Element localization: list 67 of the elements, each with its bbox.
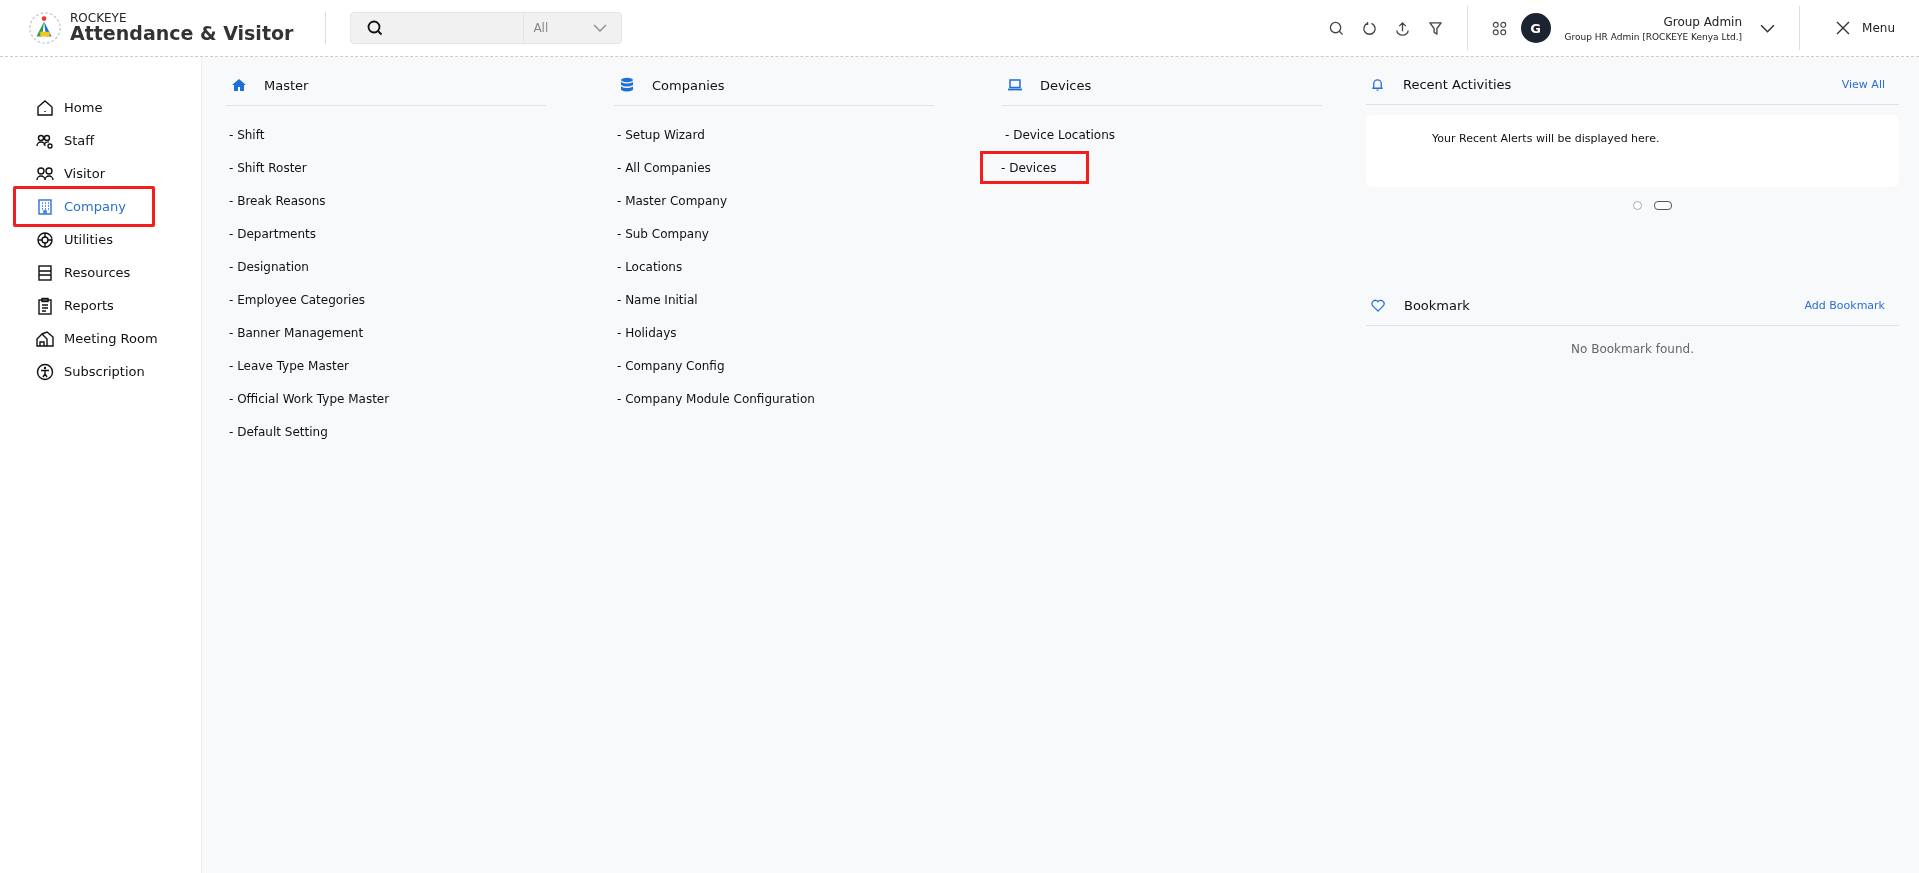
app-title: Attendance & Visitor [70, 24, 294, 45]
filter-icon[interactable] [1427, 20, 1443, 36]
users-icon [36, 164, 54, 183]
menu-link[interactable]: - Leave Type Master [220, 349, 358, 382]
house-icon [231, 77, 247, 93]
home-icon [36, 98, 54, 117]
menu-link[interactable]: - Devices [980, 151, 1090, 184]
sidebar-item[interactable]: Home [13, 91, 128, 124]
sidebar-item[interactable]: Resources [13, 256, 156, 289]
building-icon [36, 197, 54, 216]
menu-link[interactable]: - Shift [220, 118, 274, 151]
menu-link[interactable]: - Device Locations [996, 118, 1124, 151]
menu-link[interactable]: - Master Company [608, 184, 737, 217]
section-title: Master [264, 77, 309, 93]
chevron-down-icon [593, 24, 608, 32]
section-title: Devices [1040, 77, 1092, 93]
brand-tagline: ROCKEYE [70, 11, 128, 25]
logo-icon [28, 11, 62, 45]
menu-link[interactable]: - Employee Categories [220, 283, 375, 316]
sidebar-item[interactable]: Subscription [13, 355, 170, 388]
menu-link[interactable]: - Name Initial [608, 283, 707, 316]
carousel-dot[interactable] [1633, 201, 1642, 210]
user-role: Group HR Admin [ROCKEYE Kenya Ltd.] [1564, 31, 1743, 42]
menu-link[interactable]: - Company Module Configuration [608, 382, 824, 415]
section-title: Companies [652, 77, 725, 93]
search-icon [367, 20, 384, 36]
menu-link[interactable]: - Sub Company [608, 217, 718, 250]
user-name: Group Admin [1663, 14, 1743, 29]
menu-link[interactable]: - All Companies [608, 151, 720, 184]
clipboard-icon [36, 296, 54, 315]
menu-link[interactable]: - Default Setting [220, 415, 337, 448]
user-avatar[interactable]: G [1520, 13, 1551, 43]
menu-link[interactable]: - Holidays [608, 316, 686, 349]
menu-link[interactable]: - Designation [220, 250, 318, 283]
search-icon[interactable] [1328, 20, 1344, 36]
menu-link[interactable]: - Departments [220, 217, 325, 250]
menu-link[interactable]: - Locations [608, 250, 692, 283]
menu-link[interactable]: - Official Work Type Master [220, 382, 399, 415]
accessibility-icon [36, 362, 54, 381]
sidebar-item[interactable]: Reports [13, 289, 139, 322]
refresh-icon[interactable] [1361, 20, 1377, 36]
menu-link[interactable]: - Company Config [608, 349, 734, 382]
menu-close-button[interactable]: Menu [1824, 21, 1895, 35]
sidebar-item[interactable]: Staff [13, 124, 120, 157]
stacked-rows-icon [36, 263, 54, 282]
sidebar-item[interactable]: Company [13, 186, 155, 227]
menu-link[interactable]: - Banner Management [220, 316, 373, 349]
section-title: Bookmark [1404, 298, 1471, 313]
heart-icon [1370, 298, 1386, 313]
chevron-down-icon[interactable] [1760, 23, 1776, 33]
close-icon [1836, 21, 1851, 35]
lifebuoy-icon [36, 230, 54, 249]
laptop-icon [1007, 77, 1023, 93]
menu-link[interactable]: - Setup Wizard [608, 118, 714, 151]
add-bookmark-link[interactable]: Add Bookmark [1804, 299, 1885, 312]
database-icon [619, 77, 635, 93]
bell-icon [1370, 77, 1385, 92]
apps-grid-icon[interactable] [1491, 20, 1507, 36]
sidebar-item[interactable]: Meeting Room [13, 322, 183, 355]
view-all-link[interactable]: View All [1841, 78, 1885, 91]
empty-message: Your Recent Alerts will be displayed here. [1432, 132, 1660, 145]
houses-icon [36, 329, 54, 348]
menu-link[interactable]: - Break Reasons [220, 184, 335, 217]
upload-icon[interactable] [1394, 20, 1410, 36]
section-title: Recent Activities [1403, 77, 1513, 92]
menu-link[interactable]: - Shift Roster [220, 151, 316, 184]
empty-message: No Bookmark found. [1571, 342, 1694, 356]
